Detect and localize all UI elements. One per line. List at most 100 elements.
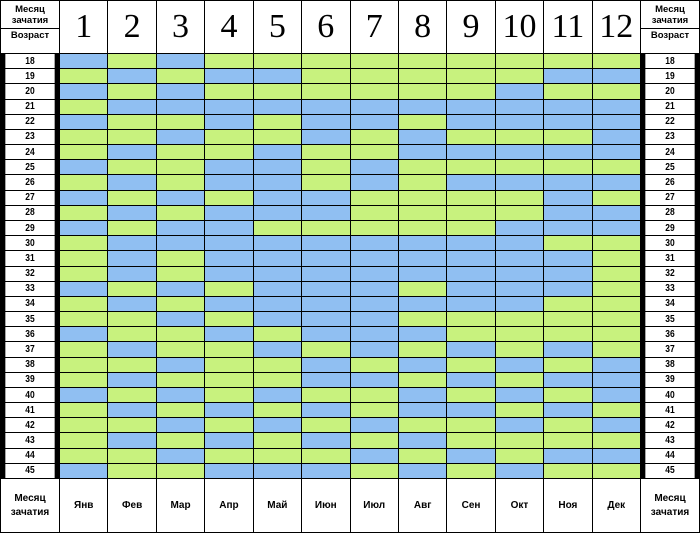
chart-cell-girl — [156, 266, 205, 281]
age-label-left: 28 — [5, 205, 55, 220]
chart-cell-girl — [108, 448, 156, 463]
month-number-header: 11 — [544, 1, 592, 53]
chart-cell-girl — [350, 190, 398, 205]
chart-cell-boy — [447, 236, 495, 251]
chart-cell-girl — [108, 281, 156, 296]
month-name-footer: Фев — [108, 479, 156, 532]
age-label-left: 43 — [5, 433, 55, 448]
age-label-left: 19 — [5, 69, 55, 84]
chart-cell-boy — [302, 236, 350, 251]
chart-cell-boy — [544, 342, 592, 357]
chart-cell-girl — [253, 357, 302, 372]
header-right-label: Месяц зачатия Возраст — [641, 1, 699, 53]
chart-cell-boy — [398, 387, 447, 403]
chart-cell-boy — [253, 205, 302, 220]
age-label-left: 45 — [5, 463, 55, 478]
chart-cell-boy — [205, 327, 253, 342]
chart-cell-girl — [108, 463, 156, 478]
header-label-text: зачатия — [11, 15, 49, 26]
chart-cell-boy — [447, 99, 495, 114]
chart-cell-boy — [350, 175, 398, 190]
chart-cell-boy — [350, 160, 398, 175]
chart-cell-boy — [447, 114, 495, 129]
age-label-left: 20 — [5, 84, 55, 99]
chart-cell-girl — [398, 205, 447, 220]
footer-label-text: Месяц — [14, 492, 46, 504]
chart-cell-boy — [253, 145, 302, 160]
chart-cell-boy — [108, 433, 156, 448]
chart-cell-girl — [495, 190, 544, 205]
month-number-header: 1 — [60, 1, 108, 53]
chart-cell-girl — [447, 205, 495, 220]
chart-cell-girl — [447, 190, 495, 205]
chart-cell-girl — [156, 145, 205, 160]
chart-cell-girl — [253, 327, 302, 342]
age-label-left: 21 — [5, 99, 55, 114]
chart-cell-boy — [253, 251, 302, 266]
chart-cell-girl — [108, 327, 156, 342]
chart-cell-boy — [302, 312, 350, 327]
month-number-header: 3 — [156, 1, 205, 53]
chart-cell-boy — [544, 145, 592, 160]
chart-cell-boy — [253, 99, 302, 114]
chart-cell-boy — [253, 175, 302, 190]
gender-chart-table: Месяц зачатия Возраст 1 2 3 4 5 6 7 8 9 10 11 12 Месяц з… — [0, 0, 700, 533]
chart-cell-boy — [592, 145, 640, 160]
age-label-left: 27 — [5, 190, 55, 205]
month-number-header: 8 — [398, 1, 447, 53]
chart-cell-girl — [156, 160, 205, 175]
age-label-right: 32 — [645, 266, 695, 281]
chart-cell-boy — [302, 357, 350, 372]
chart-cell-boy — [60, 160, 108, 175]
chart-cell-girl — [253, 448, 302, 463]
age-label-right: 34 — [645, 296, 695, 312]
chart-cell-girl — [447, 312, 495, 327]
age-label-left: 29 — [5, 220, 55, 236]
chart-cell-girl — [60, 205, 108, 220]
chart-cell-boy — [205, 69, 253, 84]
chart-cell-girl — [205, 418, 253, 433]
chart-cell-girl — [350, 205, 398, 220]
chart-cell-boy — [302, 129, 350, 145]
chart-cell-boy — [302, 251, 350, 266]
age-label-right: 28 — [645, 205, 695, 220]
chart-cell-girl — [544, 84, 592, 99]
chart-cell-girl — [544, 357, 592, 372]
chart-cell-boy — [302, 296, 350, 312]
chart-cell-girl — [156, 69, 205, 84]
month-number-header: 7 — [350, 1, 398, 53]
chart-cell-girl — [592, 266, 640, 281]
chart-cell-girl — [108, 160, 156, 175]
chart-cell-boy — [495, 387, 544, 403]
chart-cell-girl — [447, 129, 495, 145]
chart-cell-boy — [253, 190, 302, 205]
age-label-left: 30 — [5, 236, 55, 251]
chart-cell-boy — [108, 99, 156, 114]
chart-cell-boy — [447, 342, 495, 357]
chart-cell-boy — [253, 69, 302, 84]
age-label-right: 36 — [645, 327, 695, 342]
chart-cell-girl — [205, 387, 253, 403]
chart-cell-boy — [253, 312, 302, 327]
chart-cell-girl — [350, 403, 398, 418]
chart-cell-boy — [398, 99, 447, 114]
age-label-left: 33 — [5, 281, 55, 296]
age-label-right: 21 — [645, 99, 695, 114]
chart-cell-girl — [60, 236, 108, 251]
chart-cell-girl — [60, 448, 108, 463]
chart-cell-girl — [205, 54, 253, 69]
chart-cell-girl — [544, 463, 592, 478]
chart-cell-girl — [205, 357, 253, 372]
chart-cell-boy — [108, 69, 156, 84]
chart-cell-boy — [592, 418, 640, 433]
chart-cell-boy — [350, 448, 398, 463]
chart-cell-girl — [60, 251, 108, 266]
chart-cell-girl — [108, 190, 156, 205]
chart-cell-girl — [350, 433, 398, 448]
age-axis-label: Возраст — [1, 28, 59, 41]
footer-label-text: зачатия — [10, 506, 50, 518]
chart-cell-girl — [592, 463, 640, 478]
footer-left-label: Месяц зачатия — [1, 479, 59, 532]
chart-cell-girl — [398, 54, 447, 69]
age-label-right: 40 — [645, 387, 695, 403]
